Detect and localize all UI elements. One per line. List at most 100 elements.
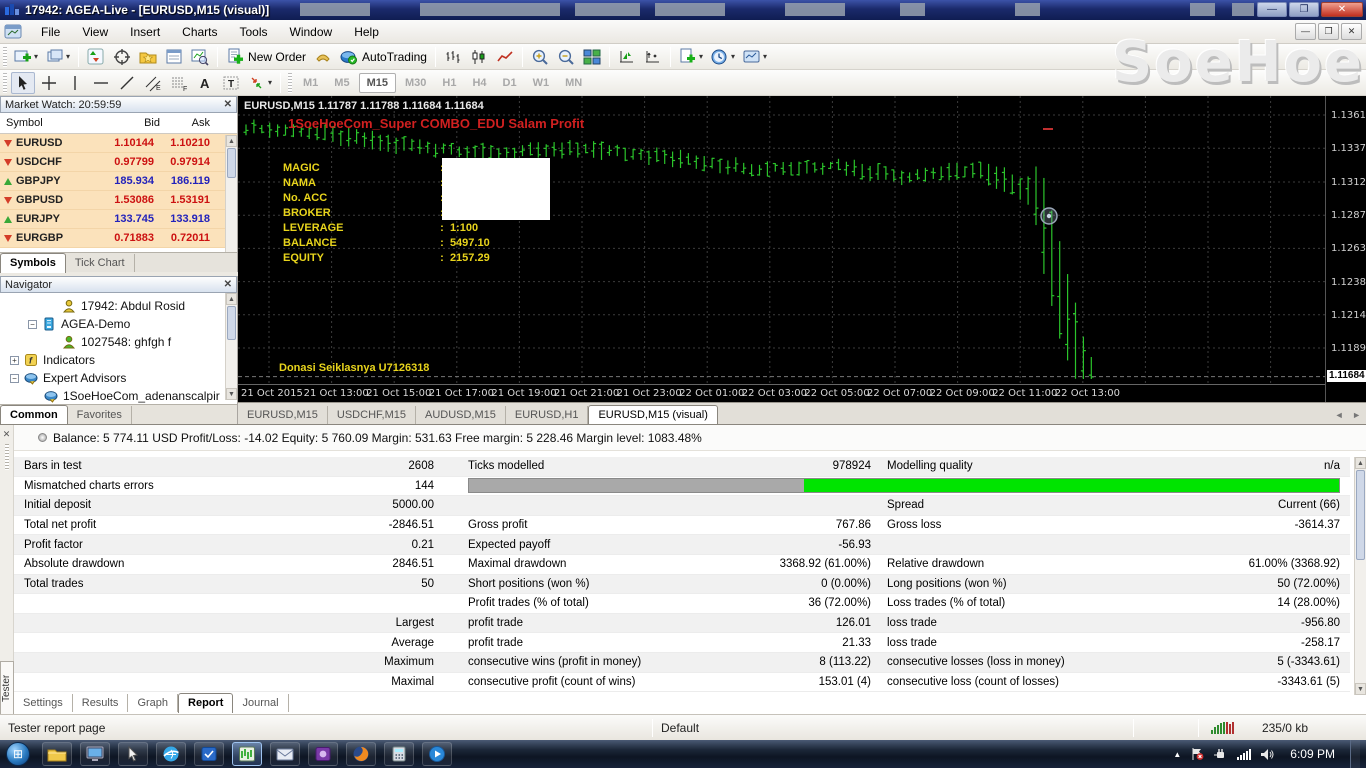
scroll-up-icon[interactable]: ▲: [226, 293, 237, 305]
column-ask[interactable]: Ask: [160, 117, 216, 129]
taskbar-internet-explorer-button[interactable]: [156, 742, 186, 766]
taskbar-display-button[interactable]: [80, 742, 110, 766]
scrollbar-thumb[interactable]: [227, 148, 236, 178]
period-h4-button[interactable]: H4: [465, 74, 493, 92]
period-m15-button[interactable]: M15: [359, 73, 396, 93]
scroll-down-icon[interactable]: ▼: [226, 388, 237, 400]
toolbar-crosshair-target-button[interactable]: [110, 46, 134, 68]
tester-tab-settings[interactable]: Settings: [14, 694, 73, 712]
taskbar-clock[interactable]: 6:09 PM: [1290, 747, 1335, 761]
tool-fibonacci-button[interactable]: F: [167, 72, 191, 94]
toolbar-line-chart-button[interactable]: [493, 46, 517, 68]
market-watch-row[interactable]: EURUSD1.101441.10210: [0, 134, 237, 153]
taskbar-metatrader-button[interactable]: [232, 742, 262, 766]
toolbar-period-dd[interactable]: ▾: [708, 46, 738, 68]
tool-arrows-dd-button[interactable]: ▾: [245, 72, 275, 94]
close-icon[interactable]: ✕: [0, 425, 13, 440]
chart-tab-eurusd-m15-visual-[interactable]: EURUSD,M15 (visual): [588, 405, 717, 425]
market-watch-row[interactable]: EURJPY133.745133.918: [0, 210, 237, 229]
power-plug-icon[interactable]: [1213, 747, 1227, 761]
menu-tools[interactable]: Tools: [229, 21, 279, 43]
chart-tab-audusd-m15[interactable]: AUDUSD,M15: [416, 406, 506, 424]
period-mn-button[interactable]: MN: [558, 74, 589, 92]
taskbar-calculator-button[interactable]: [384, 742, 414, 766]
network-signal-icon[interactable]: [1236, 748, 1251, 761]
chart-window[interactable]: EURUSD,M15 1.11787 1.11788 1.11684 1.116…: [238, 96, 1366, 402]
mdi-close-button[interactable]: ✕: [1341, 23, 1362, 40]
tester-tab-report[interactable]: Report: [178, 693, 233, 713]
toolbar-grip[interactable]: [3, 47, 7, 67]
tool-channel-button[interactable]: E: [141, 72, 165, 94]
window-maximize-button[interactable]: ❐: [1289, 2, 1319, 17]
collapse-minus-icon[interactable]: −: [10, 374, 19, 383]
chart-plot-area[interactable]: EURUSD,M15 1.11787 1.11788 1.11684 1.116…: [238, 96, 1325, 384]
tree-item[interactable]: −AGEA-Demo: [4, 315, 237, 333]
tool-crosshair-button[interactable]: [37, 72, 61, 94]
scroll-up-icon[interactable]: ▲: [226, 135, 237, 147]
scrollbar-thumb[interactable]: [227, 306, 236, 340]
toolbar-indicators-dd[interactable]: ▾: [676, 46, 706, 68]
tool-vline-button[interactable]: [63, 72, 87, 94]
report-scrollbar[interactable]: ▲ ▼: [1354, 457, 1366, 695]
mdi-minimize-button[interactable]: —: [1295, 23, 1316, 40]
toolbar-data-window-button[interactable]: [162, 46, 186, 68]
period-d1-button[interactable]: D1: [496, 74, 524, 92]
tab-tick-chart[interactable]: Tick Chart: [66, 254, 135, 272]
period-w1-button[interactable]: W1: [526, 74, 557, 92]
toolbar-ea-hat-button[interactable]: [311, 46, 335, 68]
chart-tab-eurusd-h1[interactable]: EURUSD,H1: [506, 406, 589, 424]
tree-item[interactable]: 1027548: ghfgh f: [4, 333, 237, 351]
market-watch-row[interactable]: EURGBP0.718830.72011: [0, 229, 237, 248]
scrollbar-thumb[interactable]: [1356, 470, 1365, 560]
tab-common[interactable]: Common: [0, 405, 68, 425]
toolbar-profiles-button[interactable]: ▾: [43, 46, 73, 68]
period-m1-button[interactable]: M1: [296, 74, 325, 92]
price-axis[interactable]: 1.136151.133701.131201.128751.126301.123…: [1325, 96, 1366, 402]
tree-item[interactable]: 1SoeHoeCom_adenanscalpir: [4, 387, 237, 405]
speaker-icon[interactable]: [1260, 748, 1275, 761]
toolbar-new-chart-button[interactable]: ▾: [11, 46, 41, 68]
menu-help[interactable]: Help: [343, 21, 390, 43]
taskbar-firefox-button[interactable]: [346, 742, 376, 766]
collapse-minus-icon[interactable]: −: [28, 320, 37, 329]
tool-label-button[interactable]: T: [219, 72, 243, 94]
toolbar-market-watch-button[interactable]: [84, 46, 108, 68]
show-desktop-button[interactable]: [1350, 740, 1360, 768]
tester-tab-results[interactable]: Results: [73, 694, 129, 712]
toolbar-grip[interactable]: [288, 73, 292, 93]
toolbar-bar-chart-button[interactable]: [441, 46, 465, 68]
mdi-restore-button[interactable]: ❐: [1318, 23, 1339, 40]
menu-file[interactable]: File: [30, 21, 71, 43]
toolbar-navigator-folder-button[interactable]: [136, 46, 160, 68]
tester-side-tab[interactable]: Tester: [0, 661, 14, 715]
taskbar-mail-button[interactable]: [270, 742, 300, 766]
market-watch-row[interactable]: USDCHF0.977990.97914: [0, 153, 237, 172]
menu-view[interactable]: View: [71, 21, 119, 43]
taskbar-app-blue-button[interactable]: [194, 742, 224, 766]
toolbar-grip[interactable]: [3, 73, 7, 93]
toolbar-strategy-tester-button[interactable]: [188, 46, 212, 68]
action-center-flag-icon[interactable]: [1190, 747, 1204, 761]
menu-charts[interactable]: Charts: [171, 21, 228, 43]
tool-text-button[interactable]: A: [193, 72, 217, 94]
navigator-scrollbar[interactable]: ▲ ▼: [225, 293, 237, 400]
toolbar-chart-shift-button[interactable]: [641, 46, 665, 68]
expand-plus-icon[interactable]: +: [10, 356, 19, 365]
tab-symbols[interactable]: Symbols: [0, 253, 66, 273]
market-watch-row[interactable]: GBPJPY185.934186.119: [0, 172, 237, 191]
window-minimize-button[interactable]: —: [1257, 2, 1287, 17]
chart-tab-eurusd-m15[interactable]: EURUSD,M15: [238, 406, 328, 424]
market-watch-scrollbar[interactable]: ▲ ▼: [225, 135, 237, 269]
period-h1-button[interactable]: H1: [435, 74, 463, 92]
close-icon[interactable]: ✕: [224, 99, 232, 110]
tab-favorites[interactable]: Favorites: [68, 406, 132, 424]
market-watch-row[interactable]: GBPUSD1.530861.53191: [0, 191, 237, 210]
toolbar-new-order-button[interactable]: New Order: [223, 46, 309, 68]
close-icon[interactable]: ✕: [224, 279, 232, 290]
toolbar-template-dd[interactable]: ▾: [740, 46, 770, 68]
scroll-down-icon[interactable]: ▼: [1355, 683, 1366, 695]
toolbar-autotrading-button[interactable]: AutoTrading: [337, 46, 430, 68]
toolbar-zoom-out-button[interactable]: [554, 46, 578, 68]
toolbar-tile-windows-button[interactable]: [580, 46, 604, 68]
column-bid[interactable]: Bid: [104, 117, 160, 129]
